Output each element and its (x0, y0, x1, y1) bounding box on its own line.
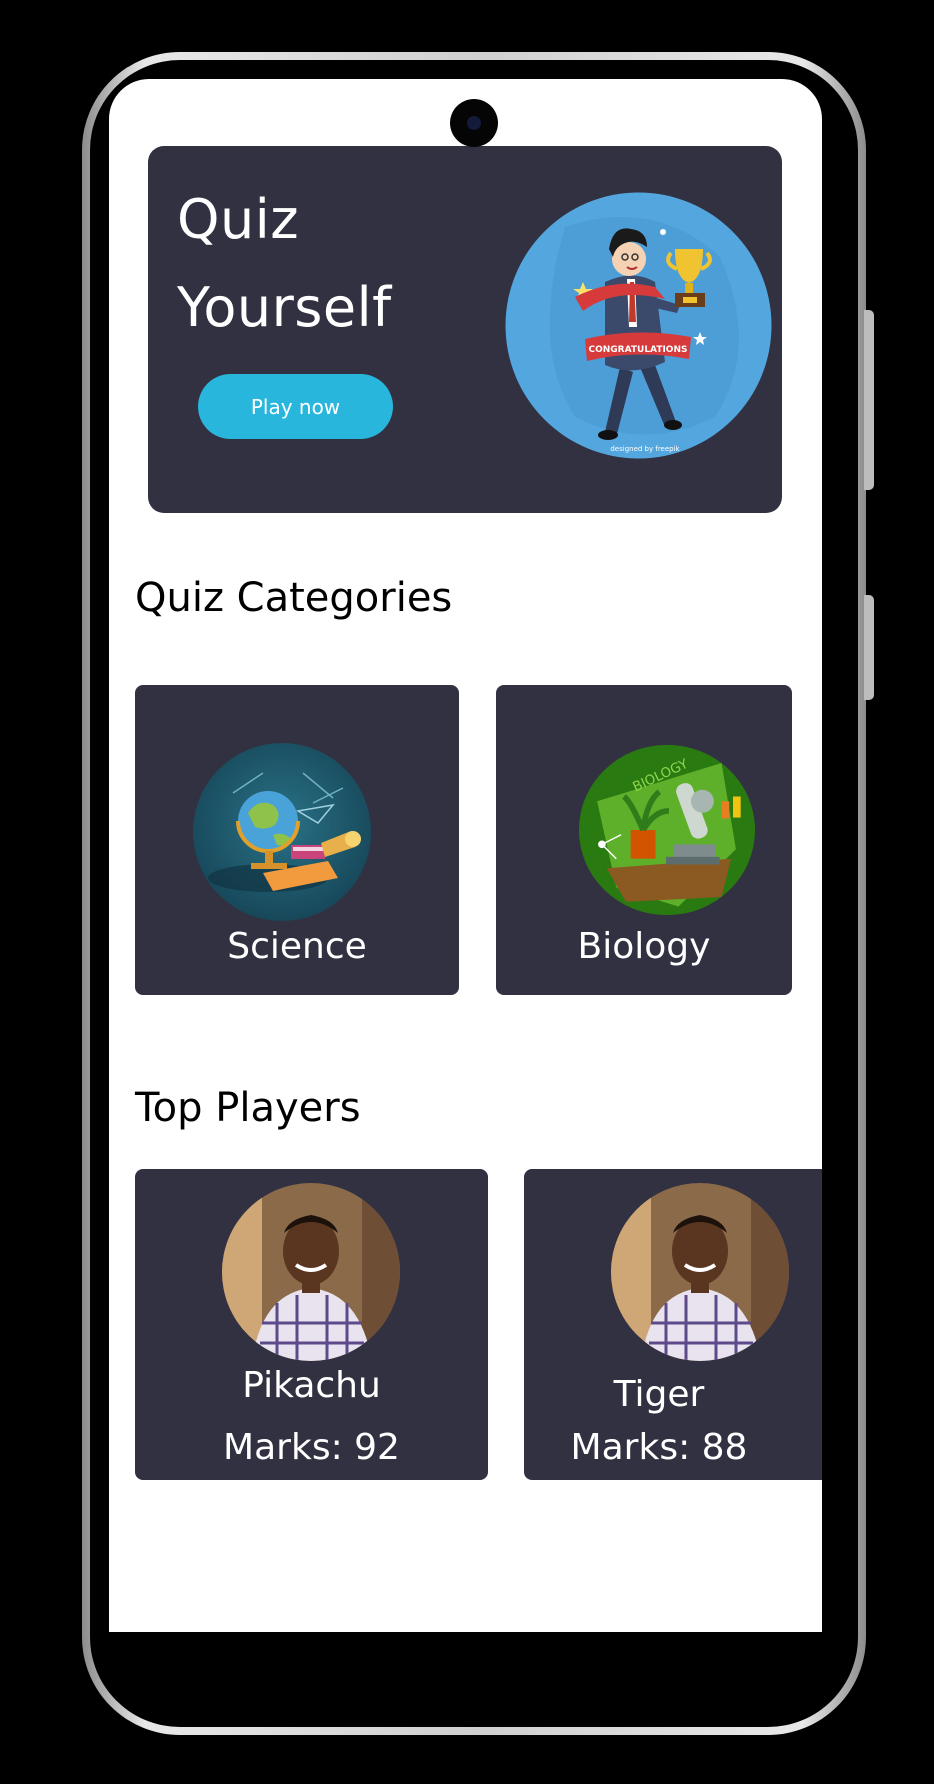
player-avatar (611, 1183, 789, 1361)
quiz-categories-title: Quiz Categories (135, 575, 453, 621)
category-card-biology[interactable]: BIOLOGY Biology (496, 685, 792, 995)
congratulations-illustration: CONGRATULATIONS designed by freepik (505, 192, 772, 459)
hero-card: Quiz Yourself Play now CONGRATULATIONS d… (148, 146, 782, 513)
player-marks: Marks: 92 (223, 1427, 400, 1468)
volume-button (864, 310, 874, 490)
freepik-credit: designed by freepik (610, 445, 680, 453)
front-camera (450, 99, 498, 147)
category-label: Science (227, 926, 367, 967)
category-card-science[interactable]: Science (135, 685, 459, 995)
hero-title-line2: Yourself (177, 276, 392, 339)
science-globe-icon (193, 743, 371, 921)
player-avatar (222, 1183, 400, 1361)
play-now-button[interactable]: Play now (198, 374, 393, 439)
player-name: Pikachu (242, 1365, 381, 1406)
player-marks: Marks: 88 (570, 1427, 748, 1468)
category-label: Biology (577, 926, 711, 967)
player-card-tiger[interactable]: Tiger Marks: 88 (524, 1169, 822, 1480)
player-name: Tiger (613, 1374, 705, 1415)
player-card-pikachu[interactable]: Pikachu Marks: 92 (135, 1169, 488, 1480)
power-button (864, 595, 874, 700)
banner-text: CONGRATULATIONS (589, 345, 688, 355)
hero-title-line1: Quiz (177, 188, 300, 251)
biology-microscope-icon: BIOLOGY (578, 744, 756, 916)
top-players-title: Top Players (135, 1085, 361, 1131)
app-screen: Quiz Yourself Play now CONGRATULATIONS d… (109, 79, 822, 1632)
